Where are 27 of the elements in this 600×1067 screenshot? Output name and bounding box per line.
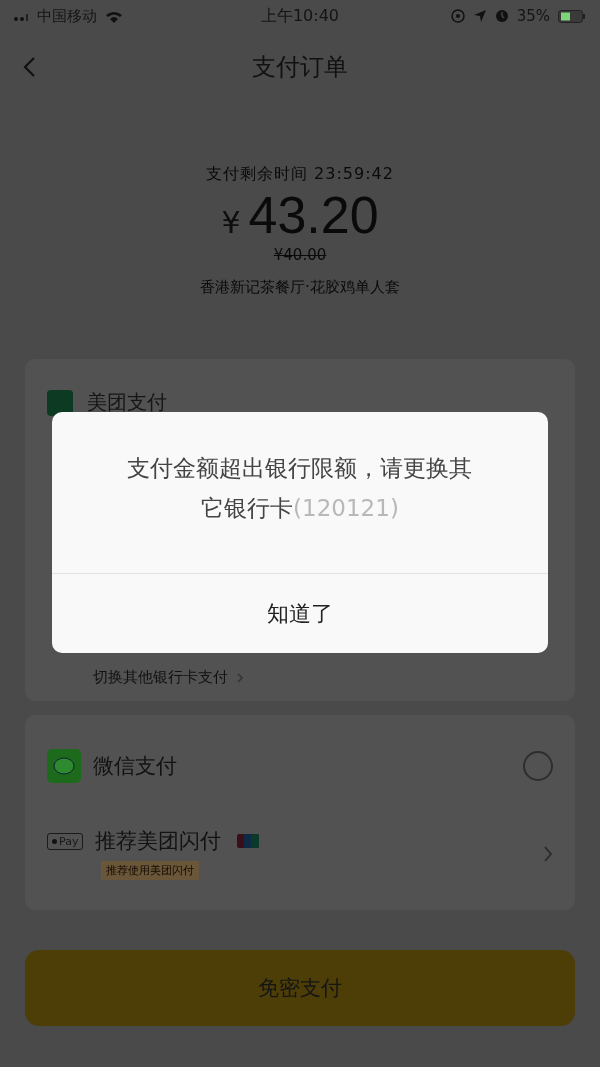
page-title: 支付订单	[252, 52, 348, 83]
currency-symbol: ¥	[221, 205, 241, 240]
alert-message: 支付金额超出银行限额，请更换其它银行卡(120121)	[126, 454, 474, 523]
back-icon[interactable]	[22, 56, 36, 78]
location-icon	[472, 9, 487, 23]
chevron-icon	[543, 845, 553, 862]
card-icon	[237, 834, 260, 849]
payment-option-name: 微信支付	[93, 753, 177, 781]
battery-icon	[558, 9, 586, 23]
confirm-button[interactable]: 知道了	[52, 573, 548, 653]
payment-method-name: 美团支付	[87, 389, 167, 417]
chat-bubble-icon	[47, 749, 81, 784]
payment-option[interactable]: 微信支付	[47, 749, 553, 784]
original-price: ¥40.00	[273, 246, 327, 265]
pay-button[interactable]: 免密支付	[25, 950, 575, 1027]
chevron-icon	[236, 672, 244, 683]
wifi-icon	[105, 9, 123, 23]
countdown-text: 支付剩余时间 23:59:42	[206, 164, 394, 185]
payment-option-name: 推荐美团闪付	[95, 828, 222, 856]
alarm-icon	[494, 9, 509, 23]
pay-logo: Pay	[47, 832, 84, 850]
promo-tag: 推荐使用美团闪付	[101, 861, 199, 881]
switch-card-link[interactable]: 切换其他银行卡支付	[93, 668, 228, 688]
payment-option[interactable]: Pay 推荐美团闪付 推荐使用美团闪付	[47, 827, 553, 881]
amount-value: 43.20	[248, 187, 379, 245]
merchant-name: 香港新记茶餐厅·花胶鸡单人套	[200, 278, 400, 298]
radio-button[interactable]	[523, 751, 553, 782]
